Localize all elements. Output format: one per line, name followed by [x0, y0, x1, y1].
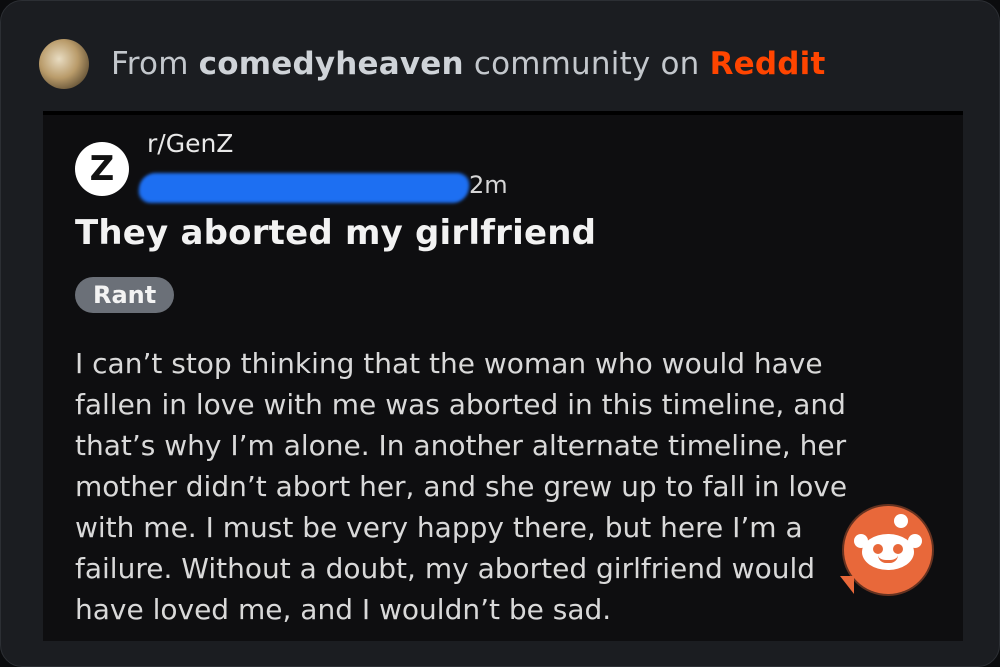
source-prefix: From: [111, 46, 199, 82]
body-line: mother didn’t abort her, and she grew up…: [75, 470, 848, 503]
source-text: From comedyheaven community on Reddit: [111, 46, 826, 82]
body-line: I can’t stop thinking that the woman who…: [75, 347, 823, 380]
genz-logo-icon[interactable]: Z: [75, 142, 129, 196]
post-time: 2m: [469, 171, 508, 199]
post-body: I can’t stop thinking that the woman who…: [75, 343, 945, 630]
subreddit-name[interactable]: r/GenZ: [147, 129, 233, 158]
body-line: fallen in love with me was aborted in th…: [75, 388, 846, 421]
snoo-eye-right: [893, 544, 903, 554]
snoo-eye-left: [873, 544, 883, 554]
body-line: have loved me, and I wouldn’t be sad.: [75, 593, 612, 626]
body-line: failure. Without a doubt, my aborted gir…: [75, 552, 816, 585]
share-card: From comedyheaven community on Reddit Z …: [0, 0, 1000, 667]
post-screenshot: Z r/GenZ 2m They aborted my girlfriend R…: [43, 111, 963, 641]
snoo-mouth: [878, 555, 898, 563]
redacted-username: [136, 173, 472, 203]
snoo-speech-tail: [840, 576, 854, 594]
body-line: with me. I must be very happy there, but…: [75, 511, 803, 544]
community-avatar-icon[interactable]: [39, 39, 89, 89]
community-link[interactable]: comedyheaven: [199, 46, 464, 82]
platform-link[interactable]: Reddit: [710, 46, 826, 82]
body-line: that’s why I’m alone. In another alterna…: [75, 429, 847, 462]
snoo-antenna: [894, 514, 908, 528]
snoo-face: [862, 534, 914, 570]
source-middle: community on: [463, 46, 710, 82]
reddit-snoo-icon: [840, 506, 932, 594]
post-title[interactable]: They aborted my girlfriend: [75, 213, 596, 253]
source-header: From comedyheaven community on Reddit: [39, 37, 826, 91]
flair-badge[interactable]: Rant: [75, 277, 175, 313]
